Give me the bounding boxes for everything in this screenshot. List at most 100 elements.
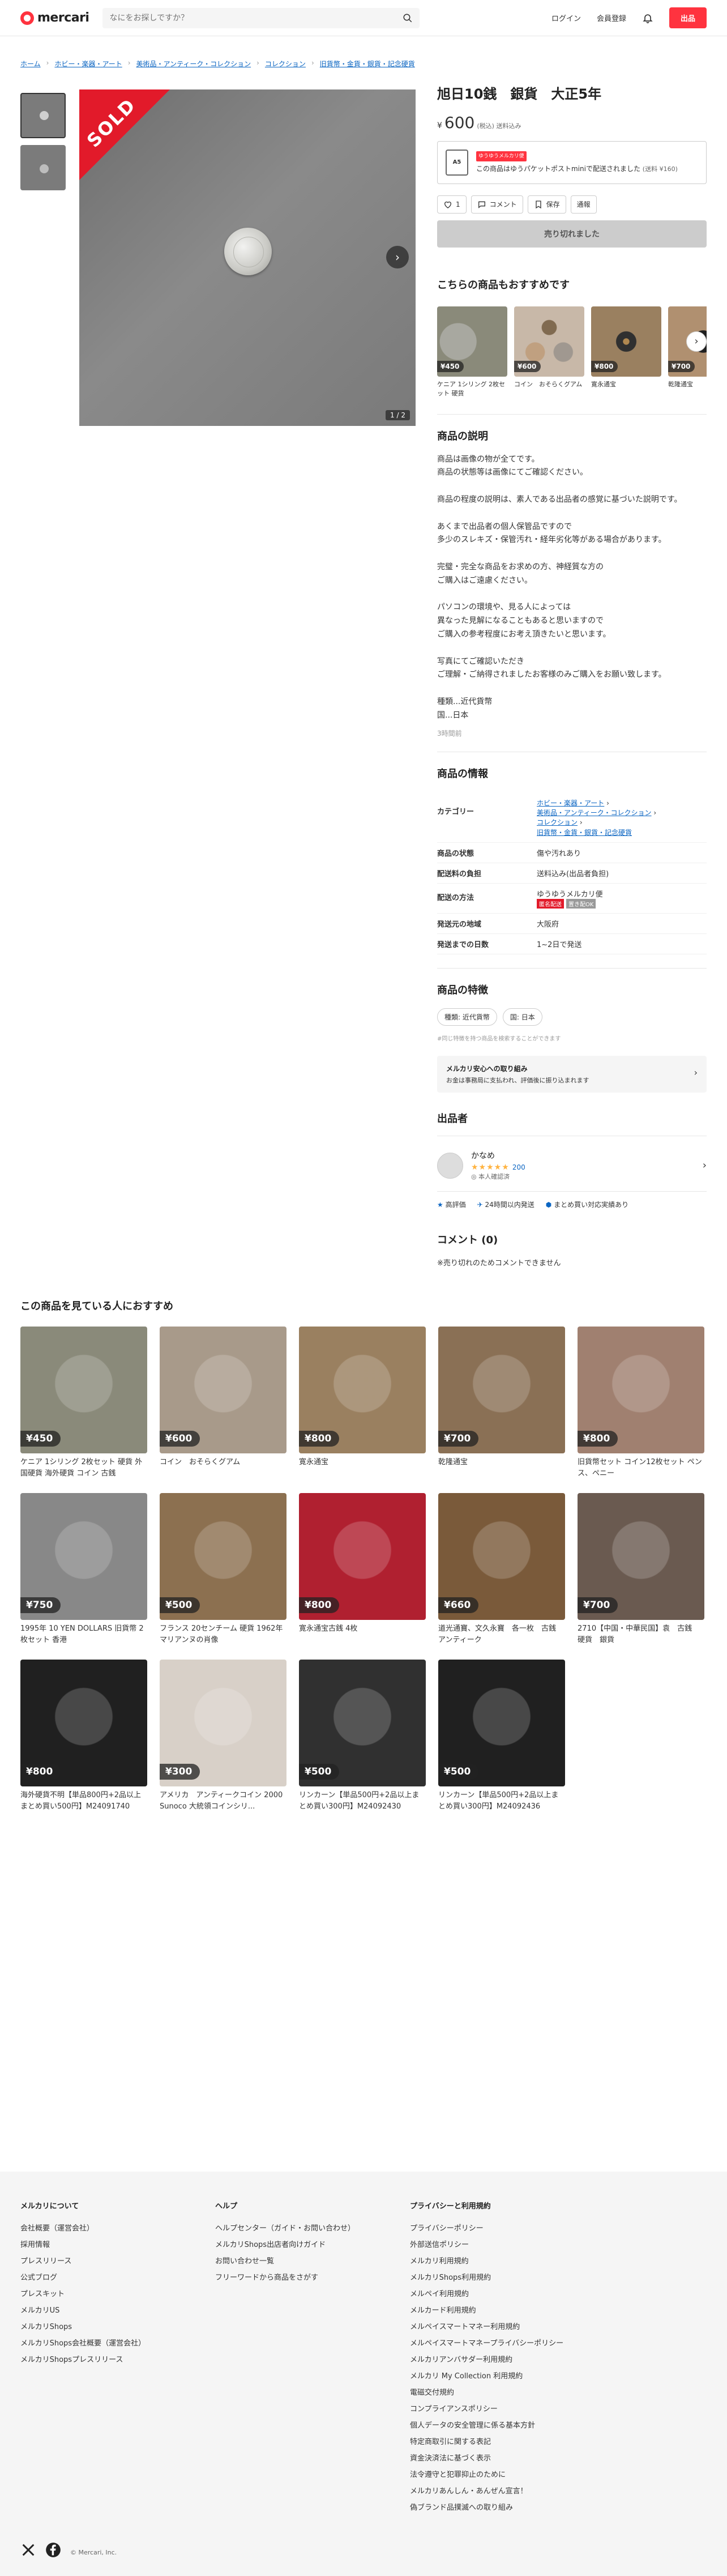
features-title: 商品の特徴 bbox=[437, 984, 488, 997]
sold-out-button[interactable]: 売り切れました bbox=[437, 220, 707, 248]
search-icon[interactable] bbox=[403, 13, 413, 23]
product-card[interactable]: ¥750 1995年 10 YEN DOLLARS 旧貨幣 2枚セット 香港 bbox=[20, 1493, 147, 1647]
product-card[interactable]: ¥800 旧貨幣セット コイン12枚セット ペンス、ペニー bbox=[578, 1327, 704, 1481]
thumbnail-2[interactable] bbox=[20, 145, 66, 190]
recommend-item[interactable]: ¥800 寛永通宝 bbox=[591, 306, 661, 398]
recommend-item-price: ¥700 bbox=[668, 360, 695, 372]
footer-link[interactable]: メルカリShopsプレスリリース bbox=[20, 2352, 215, 2369]
product-card[interactable]: ¥500 リンカーン【単品500円+2品以上まとめ買い300円】M24092436 bbox=[438, 1660, 565, 1814]
footer-link[interactable]: プレスキット bbox=[20, 2287, 215, 2303]
footer-link[interactable]: メルカリアンバサダー利用規約 bbox=[410, 2352, 605, 2369]
thumbnail-list bbox=[20, 93, 66, 197]
product-card[interactable]: ¥700 2710【中国・中華民国】袁 古銭 硬貨 銀貨 bbox=[578, 1493, 704, 1647]
footer-link[interactable]: 個人データの安全管理に係る基本方針 bbox=[410, 2418, 605, 2434]
footer-link[interactable]: コンプライアンスポリシー bbox=[410, 2402, 605, 2418]
footer-link[interactable]: メルカリUS bbox=[20, 2303, 215, 2319]
product-card[interactable]: ¥450 ケニア 1シリング 2枚セット 硬貨 外国硬貨 海外硬貨 コイン 古銭 bbox=[20, 1327, 147, 1481]
breadcrumb-item[interactable]: ホビー・楽器・アート bbox=[54, 59, 122, 69]
breadcrumb-item[interactable]: 美術品・アンティーク・コレクション bbox=[136, 59, 251, 69]
footer-link[interactable]: お問い合わせ一覧 bbox=[215, 2254, 410, 2270]
footer-link[interactable]: 資金決済法に基づく表示 bbox=[410, 2451, 605, 2467]
product-card[interactable]: ¥300 アメリカ アンティークコイン 2000 Sunoco 大統領コインシリ.… bbox=[160, 1660, 286, 1814]
verified-icon: ◎ bbox=[471, 1173, 477, 1181]
product-card[interactable]: ¥660 道光通寶、文久永寶 各一枚 古銭 アンティーク bbox=[438, 1493, 565, 1647]
search-input[interactable] bbox=[109, 13, 403, 23]
breadcrumb-item[interactable]: ホーム bbox=[20, 59, 41, 69]
safety-banner[interactable]: メルカリ安心への取り組み お金は事務局に支払われ、評価後に振り込まれます › bbox=[437, 1056, 707, 1093]
seller-card[interactable]: かなめ ★★★★★ 200 ◎ 本人確認済 › bbox=[437, 1150, 707, 1181]
product-card[interactable]: ¥800 海外硬貨不明【単品800円+2品以上まとめ買い500円】M2409174… bbox=[20, 1660, 147, 1814]
product-card[interactable]: ¥700 乾隆通宝 bbox=[438, 1327, 565, 1481]
footer-link[interactable]: メルペイスマートマネープライバシーポリシー bbox=[410, 2336, 605, 2352]
footer-link[interactable]: メルカリShops会社概要（運営会社） bbox=[20, 2336, 215, 2352]
report-button[interactable]: 通報 bbox=[570, 195, 597, 214]
footer-link[interactable]: メルカリあんしん・あんぜん宣言！ bbox=[410, 2484, 605, 2500]
product-card[interactable]: ¥600 コイン おそらくグアム bbox=[160, 1327, 286, 1481]
recommend-item[interactable]: ¥600 コイン おそらくグアム bbox=[514, 306, 584, 398]
footer-link[interactable]: メルペイスマートマネー利用規約 bbox=[410, 2319, 605, 2336]
footer-link[interactable]: 偽ブランド品撲滅への取り組み bbox=[410, 2500, 605, 2517]
recommend-item-name: 乾隆通宝 bbox=[668, 380, 693, 388]
footer-link[interactable]: メルペイ利用規約 bbox=[410, 2287, 605, 2303]
product-image: ¥500 bbox=[160, 1493, 286, 1620]
footer-link[interactable]: 外部送信ポリシー bbox=[410, 2237, 605, 2254]
footer-link[interactable]: メルカリShops利用規約 bbox=[410, 2270, 605, 2287]
price-currency: ¥ bbox=[437, 121, 442, 130]
info-label: 発送までの日数 bbox=[437, 933, 537, 955]
item-title: 旭日10銭 銀貨 大正5年 bbox=[437, 86, 602, 102]
price-note: (税込) 送料込み bbox=[477, 122, 521, 130]
product-card[interactable]: ¥800 寛永通宝古銭 4枚 bbox=[299, 1493, 426, 1647]
next-image-arrow-icon[interactable]: › bbox=[386, 246, 409, 268]
footer-link[interactable]: 法令遵守と犯罪抑止のために bbox=[410, 2467, 605, 2484]
main-product-image: SOLD › 1 / 2 bbox=[79, 89, 416, 426]
product-price: ¥700 bbox=[578, 1597, 618, 1613]
thumbnail-1[interactable] bbox=[20, 93, 66, 138]
x-twitter-icon[interactable] bbox=[20, 2542, 36, 2558]
facebook-icon[interactable] bbox=[45, 2542, 61, 2558]
safety-text: お金は事務局に支払われ、評価後に振り込まれます bbox=[446, 1077, 589, 1085]
divider bbox=[437, 1191, 707, 1192]
footer-link[interactable]: メルカリShops出店者向けガイド bbox=[215, 2237, 410, 2254]
breadcrumb-item[interactable]: 旧貨幣・金貨・銀貨・記念硬貨 bbox=[320, 59, 415, 69]
footer-link[interactable]: プライバシーポリシー bbox=[410, 2221, 605, 2237]
comment-button[interactable]: コメント bbox=[471, 195, 523, 214]
product-name: リンカーン【単品500円+2品以上まとめ買い300円】M24092436 bbox=[438, 1791, 559, 1811]
like-button[interactable]: 1 bbox=[437, 195, 467, 214]
footer-link[interactable]: 電磁交付規約 bbox=[410, 2385, 605, 2402]
product-card[interactable]: ¥500 リンカーン【単品500円+2品以上まとめ買い300円】M24092430 bbox=[299, 1660, 426, 1814]
footer-link[interactable]: ヘルプセンター（ガイド・お問い合わせ） bbox=[215, 2221, 410, 2237]
save-button[interactable]: 保存 bbox=[527, 195, 566, 214]
feature-chips: 種類: 近代貨幣 国: 日本 bbox=[437, 1008, 707, 1026]
product-price: ¥800 bbox=[299, 1431, 340, 1447]
signup-link[interactable]: 会員登録 bbox=[597, 12, 626, 23]
footer-link[interactable]: 会社概要（運営会社） bbox=[20, 2221, 215, 2237]
category-link[interactable]: ホビー・楽器・アート bbox=[537, 799, 604, 807]
thumbnail-coin-image bbox=[40, 164, 49, 173]
product-card[interactable]: ¥500 フランス 20センチーム 硬貨 1962年 マリアンヌの肖像 bbox=[160, 1493, 286, 1647]
notification-bell-icon[interactable] bbox=[642, 12, 653, 24]
recommend-item[interactable]: ¥450 ケニア 1シリング 2枚セット 硬貨 bbox=[437, 306, 507, 398]
footer-link[interactable]: フリーワードから商品をさがす bbox=[215, 2270, 410, 2287]
breadcrumb-item[interactable]: コレクション bbox=[265, 59, 306, 69]
category-link[interactable]: 美術品・アンティーク・コレクション bbox=[537, 809, 652, 817]
carousel-next-icon[interactable]: › bbox=[686, 331, 707, 352]
recommend-item[interactable]: ¥700 乾隆通宝 bbox=[668, 306, 707, 398]
category-link[interactable]: コレクション bbox=[537, 818, 578, 826]
footer-link[interactable]: メルカリ My Collection 利用規約 bbox=[410, 2369, 605, 2385]
sell-button[interactable]: 出品 bbox=[669, 7, 707, 28]
category-link[interactable]: 旧貨幣・金貨・銀貨・記念硬貨 bbox=[537, 829, 632, 837]
footer-link[interactable]: メルカリ利用規約 bbox=[410, 2254, 605, 2270]
product-grid: ¥450 ケニア 1シリング 2枚セット 硬貨 外国硬貨 海外硬貨 コイン 古銭 ¥… bbox=[20, 1327, 707, 1814]
login-link[interactable]: ログイン bbox=[551, 12, 581, 23]
footer-link[interactable]: メルカード利用規約 bbox=[410, 2303, 605, 2319]
feature-chip[interactable]: 種類: 近代貨幣 bbox=[437, 1008, 497, 1026]
feature-chip[interactable]: 国: 日本 bbox=[502, 1008, 542, 1026]
product-card[interactable]: ¥800 寛永通宝 bbox=[299, 1327, 426, 1481]
footer-link[interactable]: 公式ブログ bbox=[20, 2270, 215, 2287]
product-price: ¥300 bbox=[160, 1764, 200, 1780]
footer-link[interactable]: 採用情報 bbox=[20, 2237, 215, 2254]
footer-link[interactable]: メルカリShops bbox=[20, 2319, 215, 2336]
mercari-logo[interactable]: mercari bbox=[20, 11, 89, 25]
footer-link[interactable]: 特定商取引に関する表記 bbox=[410, 2434, 605, 2451]
footer-link[interactable]: プレスリリース bbox=[20, 2254, 215, 2270]
